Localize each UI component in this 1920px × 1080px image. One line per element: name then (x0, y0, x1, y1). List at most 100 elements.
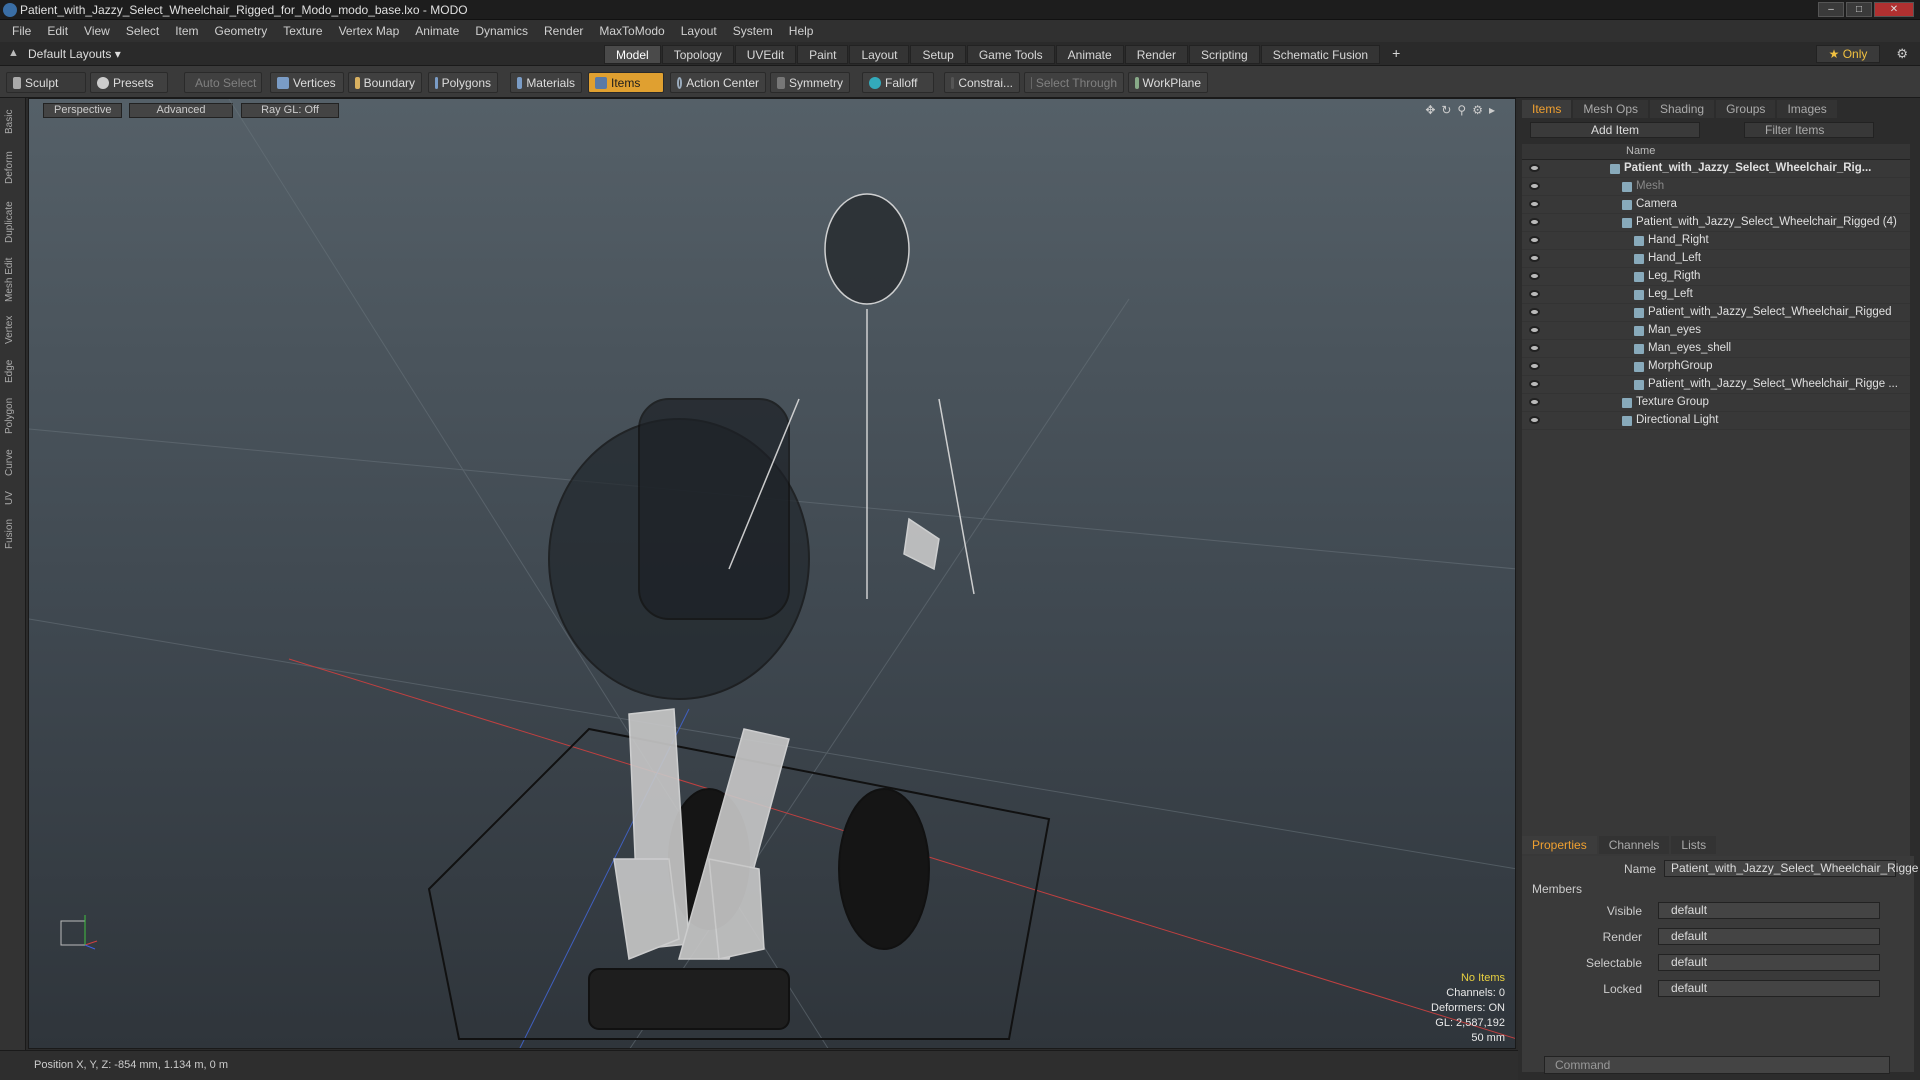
tab-fusion[interactable]: Fusion (4, 514, 22, 554)
tree-row[interactable]: Hand_Right (1522, 232, 1910, 250)
tab-mesh-edit[interactable]: Mesh Edit (4, 252, 22, 308)
menu-edit[interactable]: Edit (39, 24, 76, 38)
menu-render[interactable]: Render (536, 24, 591, 38)
symmetry-button[interactable]: Symmetry (770, 72, 850, 93)
close-button[interactable]: ✕ (1874, 2, 1914, 17)
only-toggle[interactable]: ★ Only (1816, 45, 1880, 63)
tab-game-tools[interactable]: Game Tools (966, 45, 1055, 64)
locked-dropdown[interactable]: default (1658, 980, 1880, 997)
tab-lists[interactable]: Lists (1671, 836, 1717, 854)
tab-setup[interactable]: Setup (910, 45, 966, 64)
3d-viewport[interactable]: Perspective Advanced Ray GL: Off ✥↻⚲⚙▸ N… (28, 98, 1516, 1049)
visibility-eye-icon[interactable] (1529, 218, 1540, 226)
layout-menu-icon[interactable]: ▲ (8, 47, 19, 59)
tab-properties[interactable]: Properties (1522, 836, 1597, 854)
tree-row[interactable]: MorphGroup (1522, 358, 1910, 376)
gear-icon[interactable]: ⚙ (1896, 46, 1908, 62)
menu-view[interactable]: View (76, 24, 118, 38)
workplane-button[interactable]: WorkPlane (1128, 72, 1208, 93)
auto-select-button[interactable]: Auto Select (184, 72, 262, 93)
visibility-eye-icon[interactable] (1529, 272, 1540, 280)
menu-help[interactable]: Help (781, 24, 822, 38)
name-field[interactable]: Patient_with_Jazzy_Select_Wheelchair_Rig… (1664, 860, 1918, 877)
polygons-button[interactable]: Polygons (428, 72, 498, 93)
menu-vertex-map[interactable]: Vertex Map (331, 24, 408, 38)
tree-row[interactable]: Camera (1522, 196, 1910, 214)
visibility-eye-icon[interactable] (1529, 380, 1540, 388)
visibility-eye-icon[interactable] (1529, 236, 1540, 244)
tab-mesh-ops[interactable]: Mesh Ops (1573, 100, 1649, 118)
tab-images[interactable]: Images (1777, 100, 1837, 118)
visibility-eye-icon[interactable] (1529, 290, 1540, 298)
tab-render[interactable]: Render (1124, 45, 1189, 64)
visibility-eye-icon[interactable] (1529, 416, 1540, 424)
visibility-eye-icon[interactable] (1529, 254, 1540, 262)
maximize-button[interactable]: □ (1846, 2, 1872, 17)
tab-vertex[interactable]: Vertex (4, 310, 22, 350)
menu-texture[interactable]: Texture (275, 24, 330, 38)
presets-button[interactable]: Presets (90, 72, 168, 93)
tab-shading[interactable]: Shading (1650, 100, 1715, 118)
tree-row[interactable]: Hand_Left (1522, 250, 1910, 268)
tab-polygon[interactable]: Polygon (4, 392, 22, 440)
tree-row[interactable]: Leg_Rigth (1522, 268, 1910, 286)
filter-items-input[interactable]: Filter Items (1744, 122, 1874, 138)
menu-layout[interactable]: Layout (673, 24, 725, 38)
name-column-header[interactable]: Name (1626, 145, 1655, 157)
tab-curve[interactable]: Curve (4, 444, 22, 482)
default-layouts-dropdown[interactable]: Default Layouts ▾ (28, 47, 121, 61)
selectable-dropdown[interactable]: default (1658, 954, 1880, 971)
tab-basic[interactable]: Basic (4, 102, 22, 142)
tree-row[interactable]: Texture Group (1522, 394, 1910, 412)
render-dropdown[interactable]: default (1658, 928, 1880, 945)
menu-dynamics[interactable]: Dynamics (467, 24, 536, 38)
boundary-button[interactable]: Boundary (348, 72, 422, 93)
tree-row[interactable]: Patient_with_Jazzy_Select_Wheelchair_Rig… (1522, 376, 1910, 394)
tree-row[interactable]: Man_eyes_shell (1522, 340, 1910, 358)
menu-geometry[interactable]: Geometry (207, 24, 276, 38)
visibility-eye-icon[interactable] (1529, 200, 1540, 208)
tree-row[interactable]: Directional Light (1522, 412, 1910, 430)
tab-uv[interactable]: UV (4, 486, 22, 510)
falloff-button[interactable]: Falloff (862, 72, 934, 93)
menu-animate[interactable]: Animate (407, 24, 467, 38)
tree-row[interactable]: Patient_with_Jazzy_Select_Wheelchair_Rig… (1522, 304, 1910, 322)
add-tab-button[interactable]: + (1381, 45, 1411, 64)
command-input[interactable]: Command (1544, 1056, 1890, 1074)
tree-row[interactable]: Patient_with_Jazzy_Select_Wheelchair_Rig… (1522, 160, 1910, 178)
menu-system[interactable]: System (725, 24, 781, 38)
tab-model[interactable]: Model (604, 45, 661, 64)
tab-layout[interactable]: Layout (849, 45, 910, 64)
tree-row[interactable]: Leg_Left (1522, 286, 1910, 304)
tab-animate[interactable]: Animate (1055, 45, 1124, 64)
menu-maxtomodo[interactable]: MaxToModo (591, 24, 672, 38)
add-item-dropdown[interactable]: Add Item (1530, 122, 1700, 138)
tab-duplicate[interactable]: Duplicate (4, 194, 22, 250)
tab-paint[interactable]: Paint (797, 45, 849, 64)
visibility-eye-icon[interactable] (1529, 164, 1540, 172)
tree-row[interactable]: Patient_with_Jazzy_Select_Wheelchair_Rig… (1522, 214, 1910, 232)
action-center-button[interactable]: Action Center (670, 72, 766, 93)
menu-file[interactable]: File (4, 24, 39, 38)
visibility-eye-icon[interactable] (1529, 308, 1540, 316)
tab-uvedit[interactable]: UVEdit (734, 45, 797, 64)
visibility-eye-icon[interactable] (1529, 326, 1540, 334)
tab-scripting[interactable]: Scripting (1189, 45, 1260, 64)
visibility-eye-icon[interactable] (1529, 182, 1540, 190)
constrain-button[interactable]: Constrai... (944, 72, 1020, 93)
visibility-eye-icon[interactable] (1529, 344, 1540, 352)
tab-topology[interactable]: Topology (661, 45, 734, 64)
menu-select[interactable]: Select (118, 24, 167, 38)
visible-dropdown[interactable]: default (1658, 902, 1880, 919)
materials-button[interactable]: Materials (510, 72, 582, 93)
tree-row[interactable]: Man_eyes (1522, 322, 1910, 340)
visibility-eye-icon[interactable] (1529, 362, 1540, 370)
select-through-button[interactable]: Select Through (1024, 72, 1124, 93)
minimize-button[interactable]: – (1818, 2, 1844, 17)
menu-item[interactable]: Item (167, 24, 206, 38)
tab-items[interactable]: Items (1522, 100, 1572, 118)
tab-groups[interactable]: Groups (1716, 100, 1776, 118)
vertices-button[interactable]: Vertices (270, 72, 344, 93)
tab-schematic-fusion[interactable]: Schematic Fusion (1260, 45, 1381, 64)
tree-row[interactable]: Mesh (1522, 178, 1910, 196)
